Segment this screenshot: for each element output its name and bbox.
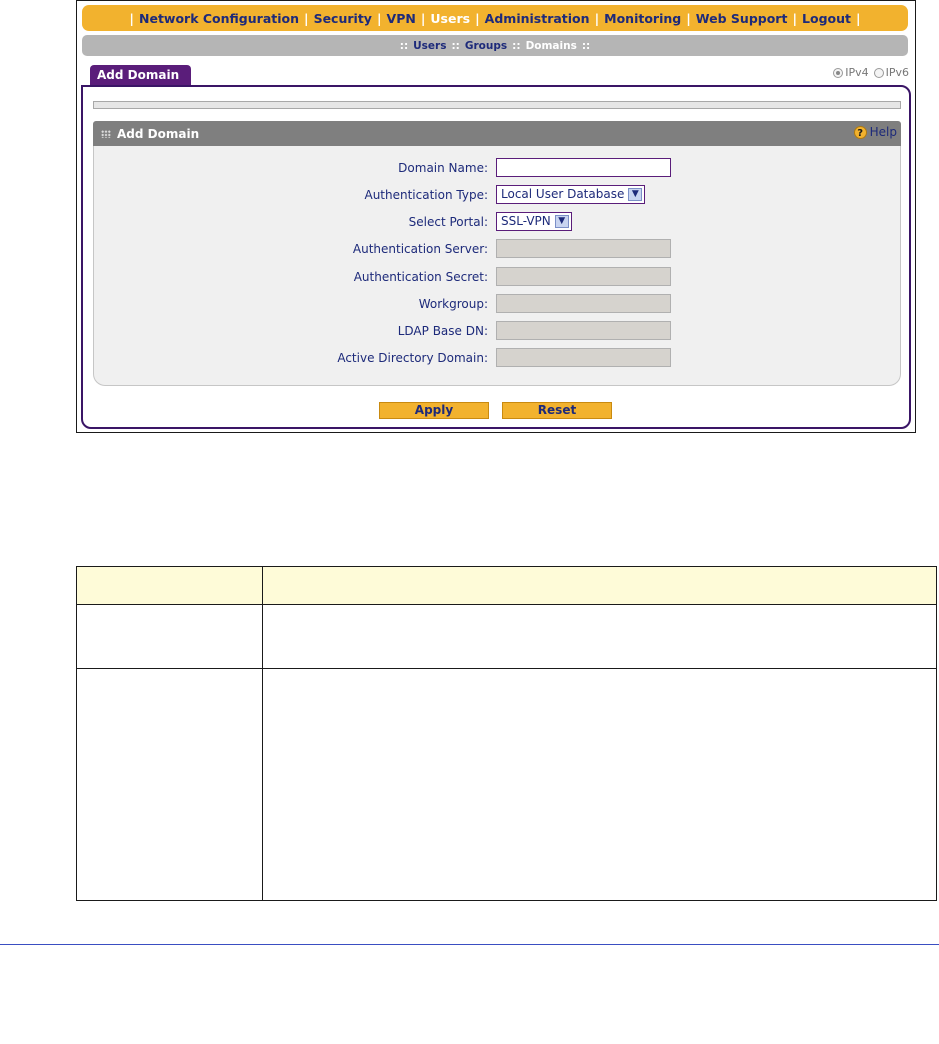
- authentication-secret-label: Authentication Secret:: [353, 270, 488, 284]
- ipv6-label: IPv6: [885, 66, 909, 79]
- document-table: [76, 566, 937, 901]
- chevron-down-icon: ▼: [628, 188, 643, 201]
- nav-users[interactable]: Users: [430, 11, 470, 26]
- workgroup-input: [496, 294, 671, 313]
- ipv4-radio[interactable]: [833, 67, 844, 78]
- ldap-base-dn-label: LDAP Base DN:: [397, 324, 488, 338]
- authentication-server-input: [496, 239, 671, 258]
- table-row: [76, 604, 937, 669]
- ipv6-radio[interactable]: [873, 67, 884, 78]
- section-title: Add Domain: [117, 126, 200, 141]
- domain-name-label: Domain Name:: [398, 161, 488, 175]
- nav-vpn[interactable]: VPN: [387, 11, 416, 26]
- message-bar: [93, 101, 901, 109]
- authentication-type-label: Authentication Type:: [364, 188, 488, 202]
- tab-add-domain[interactable]: Add Domain: [90, 65, 191, 86]
- grip-icon: [101, 129, 111, 138]
- table-cell: [76, 604, 263, 669]
- subnav-users[interactable]: Users: [413, 40, 446, 52]
- select-portal-label: Select Portal:: [408, 215, 488, 229]
- subnav-domains[interactable]: Domains: [526, 40, 577, 52]
- select-portal-value: SSL-VPN: [501, 214, 551, 228]
- sub-navigation-bar: :: Users :: Groups :: Domains ::: [82, 35, 908, 56]
- section-header: Add Domain ? Help: [93, 121, 901, 146]
- reset-button[interactable]: Reset: [502, 402, 612, 419]
- nav-security[interactable]: Security: [314, 11, 372, 26]
- table-header-row: [76, 566, 937, 605]
- authentication-type-select[interactable]: Local User Database ▼: [496, 185, 646, 204]
- help-icon: ?: [853, 125, 867, 139]
- nav-network-configuration[interactable]: Network Configuration: [139, 11, 299, 26]
- row-workgroup: Workgroup:: [94, 294, 900, 314]
- apply-button[interactable]: Apply: [379, 402, 489, 419]
- ip-mode-selector: IPv4 IPv6: [833, 66, 909, 79]
- authentication-server-label: Authentication Server:: [352, 242, 488, 256]
- subnav-groups[interactable]: Groups: [465, 40, 507, 52]
- screenshot-frame: | Network Configuration | Security | VPN…: [76, 0, 916, 433]
- row-domain-name: Domain Name:: [94, 158, 900, 178]
- table-row: [76, 668, 937, 901]
- top-navigation-bar: | Network Configuration | Security | VPN…: [82, 5, 908, 31]
- nav-web-support[interactable]: Web Support: [696, 11, 788, 26]
- workgroup-label: Workgroup:: [418, 297, 488, 311]
- nav-administration[interactable]: Administration: [485, 11, 590, 26]
- table-header-cell: [262, 566, 937, 605]
- footer-rule: [0, 944, 939, 945]
- ldap-base-dn-input: [496, 321, 671, 340]
- help-label: Help: [869, 125, 897, 139]
- form-body: Domain Name: Authentication Type: Local …: [93, 146, 901, 386]
- table-header-cell: [76, 566, 263, 605]
- domain-name-input[interactable]: [496, 158, 671, 177]
- select-portal-select[interactable]: SSL-VPN ▼: [496, 212, 572, 231]
- row-ldap-base-dn: LDAP Base DN:: [94, 321, 900, 341]
- row-authentication-type: Authentication Type: Local User Database…: [94, 185, 900, 205]
- chevron-down-icon: ▼: [554, 215, 569, 228]
- table-cell: [262, 604, 937, 669]
- row-authentication-server: Authentication Server:: [94, 239, 900, 259]
- nav-logout[interactable]: Logout: [802, 11, 851, 26]
- table-cell: [262, 668, 937, 901]
- row-active-directory-domain: Active Directory Domain:: [94, 348, 900, 368]
- add-domain-panel: Add Domain ? Help Domain Name: Authentic…: [81, 85, 911, 429]
- nav-monitoring[interactable]: Monitoring: [604, 11, 681, 26]
- authentication-type-value: Local User Database: [501, 187, 625, 201]
- table-cell: [76, 668, 263, 901]
- active-directory-domain-input: [496, 348, 671, 367]
- active-directory-domain-label: Active Directory Domain:: [337, 351, 488, 365]
- ipv4-label: IPv4: [845, 66, 869, 79]
- authentication-secret-input: [496, 267, 671, 286]
- help-link[interactable]: ? Help: [853, 125, 897, 139]
- row-authentication-secret: Authentication Secret:: [94, 267, 900, 287]
- row-select-portal: Select Portal: SSL-VPN ▼: [94, 212, 900, 232]
